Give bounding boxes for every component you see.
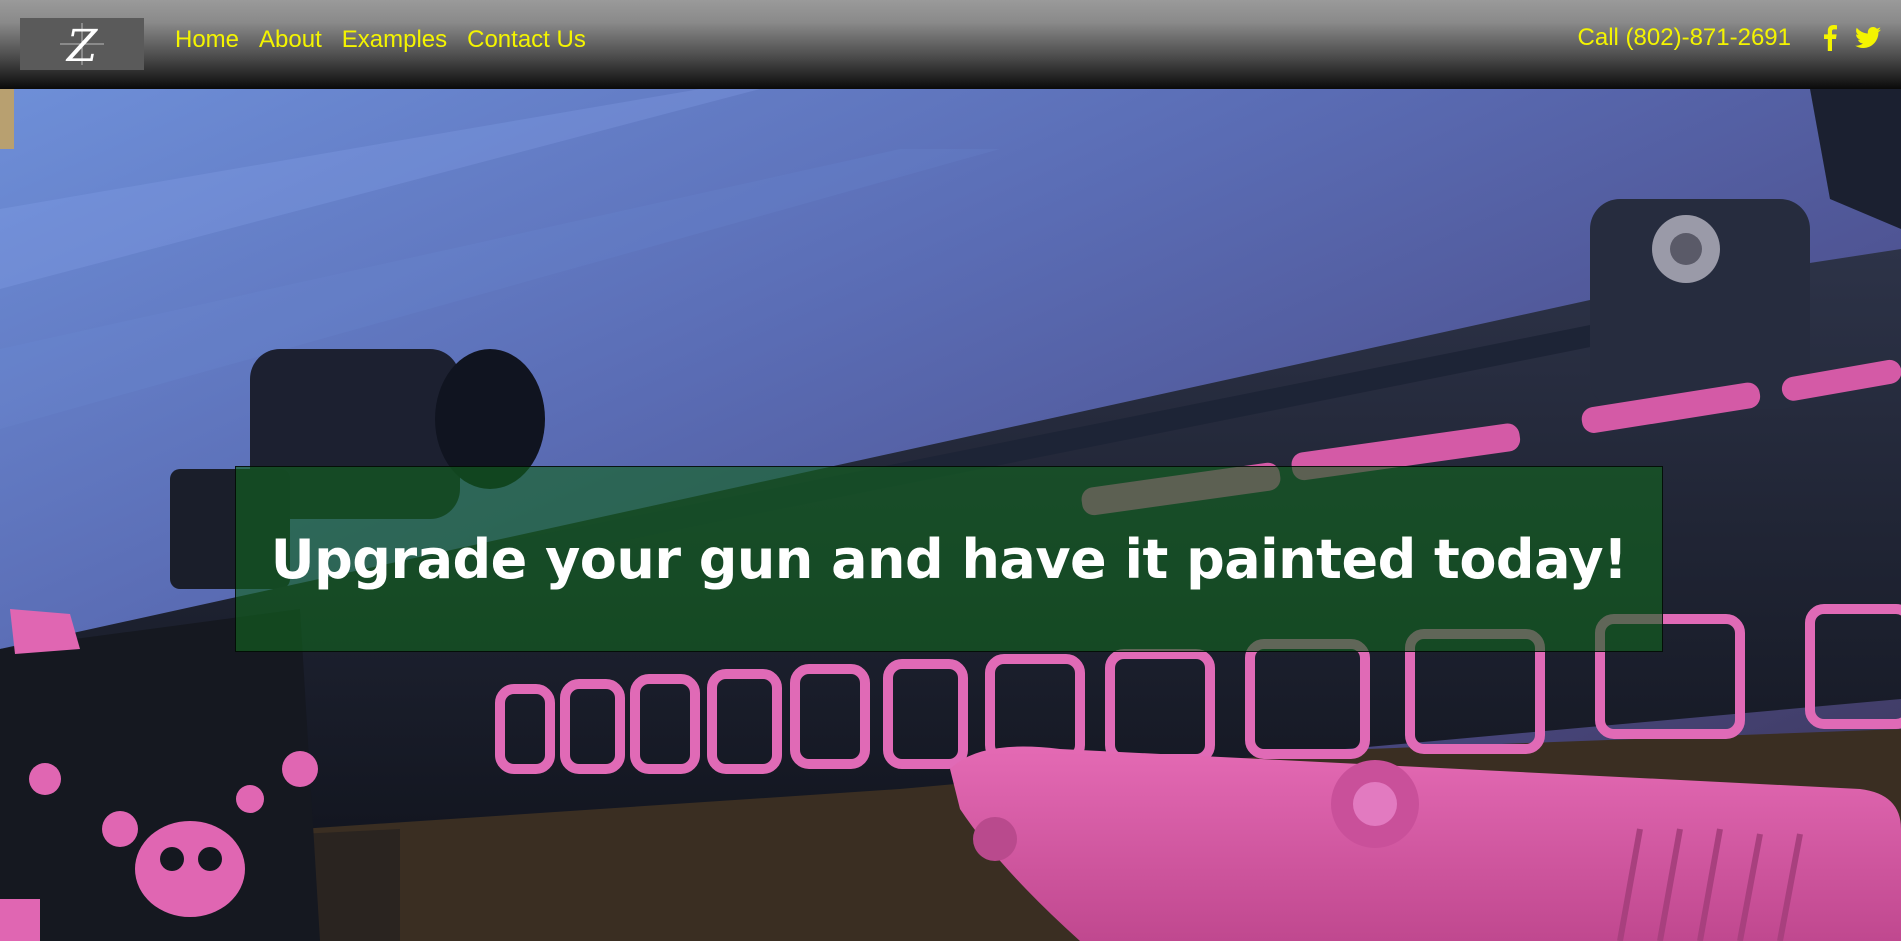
hero-headline: Upgrade your gun and have it painted tod… [270, 527, 1628, 591]
site-header: Z Home About Examples Contact Us Call (8… [0, 0, 1901, 89]
main-nav: Home About Examples Contact Us [175, 26, 606, 54]
logo-letter: Z [65, 21, 99, 69]
nav-home[interactable]: Home [175, 26, 239, 54]
contact-area: Call (802)-871-2691 [1578, 24, 1881, 52]
nav-about[interactable]: About [259, 26, 322, 54]
logo-mark-icon: Z [60, 21, 104, 69]
hero-banner: Upgrade your gun and have it painted tod… [235, 466, 1663, 652]
nav-examples[interactable]: Examples [342, 26, 447, 54]
facebook-icon[interactable] [1817, 24, 1843, 52]
nav-contact-us[interactable]: Contact Us [467, 26, 586, 54]
twitter-icon[interactable] [1855, 24, 1881, 52]
hero-section: Upgrade your gun and have it painted tod… [0, 89, 1901, 941]
logo[interactable]: Z [20, 18, 144, 70]
phone-number[interactable]: Call (802)-871-2691 [1578, 24, 1791, 52]
page: Z Home About Examples Contact Us Call (8… [0, 0, 1901, 941]
